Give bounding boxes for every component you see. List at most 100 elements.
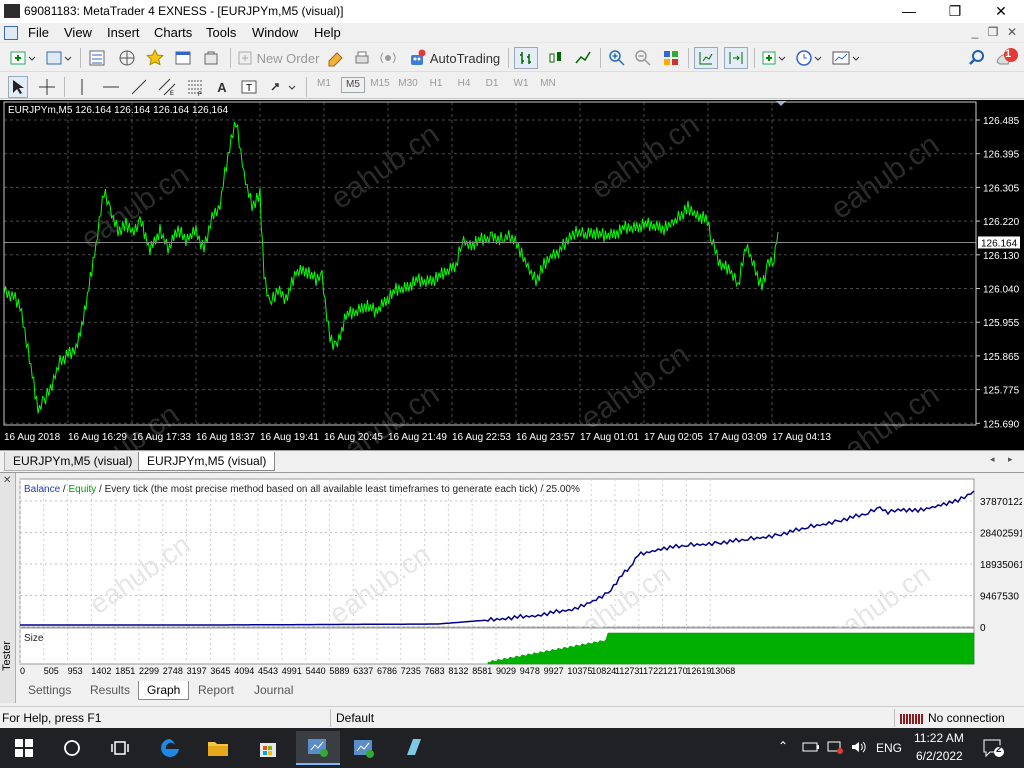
tab-journal[interactable]: Journal [246,681,301,700]
minimize-button[interactable]: — [886,0,932,23]
tester-side-bar[interactable]: ✕ Tester [0,473,16,703]
print-icon[interactable] [352,47,372,69]
volume-icon[interactable] [850,740,868,757]
text-tool-icon[interactable]: A [212,76,232,98]
mdi-restore-button[interactable]: ❐ [984,25,1002,39]
periods-icon[interactable] [794,47,824,69]
menu-help[interactable]: Help [314,25,341,40]
new-order-button[interactable]: New Order [236,47,320,69]
text-label-icon[interactable]: T [238,76,260,98]
fibonacci-icon[interactable]: F [184,76,206,98]
timeframe-mn[interactable]: MN [536,78,560,89]
graph-x-label: 6337 [353,666,373,675]
meta-editor-icon[interactable] [326,47,346,69]
menu-view[interactable]: View [64,25,92,40]
equidistant-channel-icon[interactable]: E [156,76,178,98]
indicators-icon[interactable] [760,47,788,69]
arrows-icon[interactable] [268,76,300,98]
price-axis-label: 125.865 [983,352,1020,363]
graph-x-label: 13068 [710,666,735,675]
autotrading-button[interactable]: AutoTrading [406,47,502,69]
crosshair-icon[interactable] [36,76,58,98]
graph-x-label: 8132 [448,666,468,675]
time-axis-label: 16 Aug 20:45 [324,432,383,443]
time-axis-label: 17 Aug 02:05 [644,432,703,443]
tab-report[interactable]: Report [190,681,242,700]
mdi-close-button[interactable]: ✕ [1003,25,1021,39]
mdi-minimize-button[interactable]: _ [966,25,984,39]
language-indicator[interactable]: ENG [876,741,902,755]
timeframe-d1[interactable]: D1 [480,78,504,89]
tester-close-icon[interactable]: ✕ [3,475,11,486]
clock-date[interactable]: 6/2/2022 [916,749,963,763]
price-chart-window[interactable]: eahub.cn eahub.cn eahub.cn eahub.cn eahub.cn… [0,100,1024,450]
menu-tools[interactable]: Tools [206,25,236,40]
clock-time[interactable]: 11:22 AM [914,731,964,745]
signals-icon[interactable] [378,47,398,69]
store-icon[interactable] [252,734,284,762]
templates-icon[interactable] [830,47,862,69]
navigator-icon[interactable] [116,47,138,69]
tile-windows-icon[interactable] [660,47,682,69]
zoom-in-icon[interactable] [606,47,628,69]
start-button-icon[interactable] [8,734,40,762]
time-axis-label: 16 Aug 16:29 [68,432,127,443]
notifications-icon[interactable]: 1 [994,47,1020,69]
tab-graph[interactable]: Graph [138,681,190,700]
search-circle-icon[interactable] [56,734,88,762]
timeframe-m5[interactable]: M5 [341,77,365,93]
graph-x-label: 4094 [234,666,254,675]
file-explorer-icon[interactable] [202,734,234,762]
favorites-icon[interactable] [144,47,166,69]
profiles-icon[interactable] [44,47,74,69]
tab-scroll-right-icon[interactable]: ▸ [1008,454,1013,465]
market-watch-icon[interactable] [86,47,108,69]
new-chart-icon[interactable] [8,47,38,69]
chart-shift-icon[interactable] [694,47,718,69]
tab-settings[interactable]: Settings [20,681,79,700]
auto-scroll-icon[interactable] [724,47,748,69]
edge-browser-icon[interactable] [154,734,186,762]
vertical-line-icon[interactable] [72,76,92,98]
graph-y-label: 37870122 [980,497,1022,508]
menu-file[interactable]: File [28,25,49,40]
timeframe-h1[interactable]: H1 [424,78,448,89]
cursor-icon[interactable] [8,76,28,98]
graph-x-label: 0 [20,666,25,675]
metatrader-taskbar-icon[interactable] [348,734,380,762]
task-view-icon[interactable] [104,734,136,762]
bar-chart-icon[interactable] [514,47,538,69]
close-button[interactable]: ✕ [978,0,1024,23]
menu-window[interactable]: Window [252,25,298,40]
zoom-out-icon[interactable] [632,47,654,69]
chart-tab-2[interactable]: EURJPYm,M5 (visual) [138,452,276,471]
horizontal-line-icon[interactable] [100,76,122,98]
timeframe-h4[interactable]: H4 [452,78,476,89]
metatrader-taskbar-icon-active[interactable] [296,731,340,765]
timeframe-m30[interactable]: M30 [396,78,420,89]
chart-tab-1[interactable]: EURJPYm,M5 (visual) [4,452,142,471]
menu-insert[interactable]: Insert [107,25,140,40]
time-axis-label: 17 Aug 01:01 [580,432,639,443]
menu-charts[interactable]: Charts [154,25,192,40]
chart-tabs: EURJPYm,M5 (visual) EURJPYm,M5 (visual) … [0,450,1024,471]
price-chart[interactable]: eahub.cn eahub.cn eahub.cn eahub.cn eahub.cn… [0,100,1024,450]
timeframe-m15[interactable]: M15 [368,78,392,89]
app-taskbar-icon[interactable] [398,734,430,762]
tray-chevron-icon[interactable]: ⌃ [778,739,788,753]
battery-icon[interactable] [802,741,820,756]
strategy-tester-panel: ✕ Tester eahub.cn eahub.cn eahub.cn eahub.c… [0,472,1024,703]
candlesticks-icon[interactable] [544,47,566,69]
tab-scroll-left-icon[interactable]: ◂ [990,454,995,465]
terminal-icon[interactable] [172,47,194,69]
trendline-icon[interactable] [128,76,150,98]
network-icon[interactable] [826,740,844,757]
tab-results[interactable]: Results [82,681,138,700]
strategy-tester-icon[interactable] [200,47,222,69]
graph-x-label: 9478 [520,666,540,675]
maximize-button[interactable]: ❐ [932,0,978,23]
timeframe-m1[interactable]: M1 [312,78,336,89]
line-chart-icon[interactable] [572,47,594,69]
search-icon[interactable] [966,47,988,69]
timeframe-w1[interactable]: W1 [509,78,533,89]
